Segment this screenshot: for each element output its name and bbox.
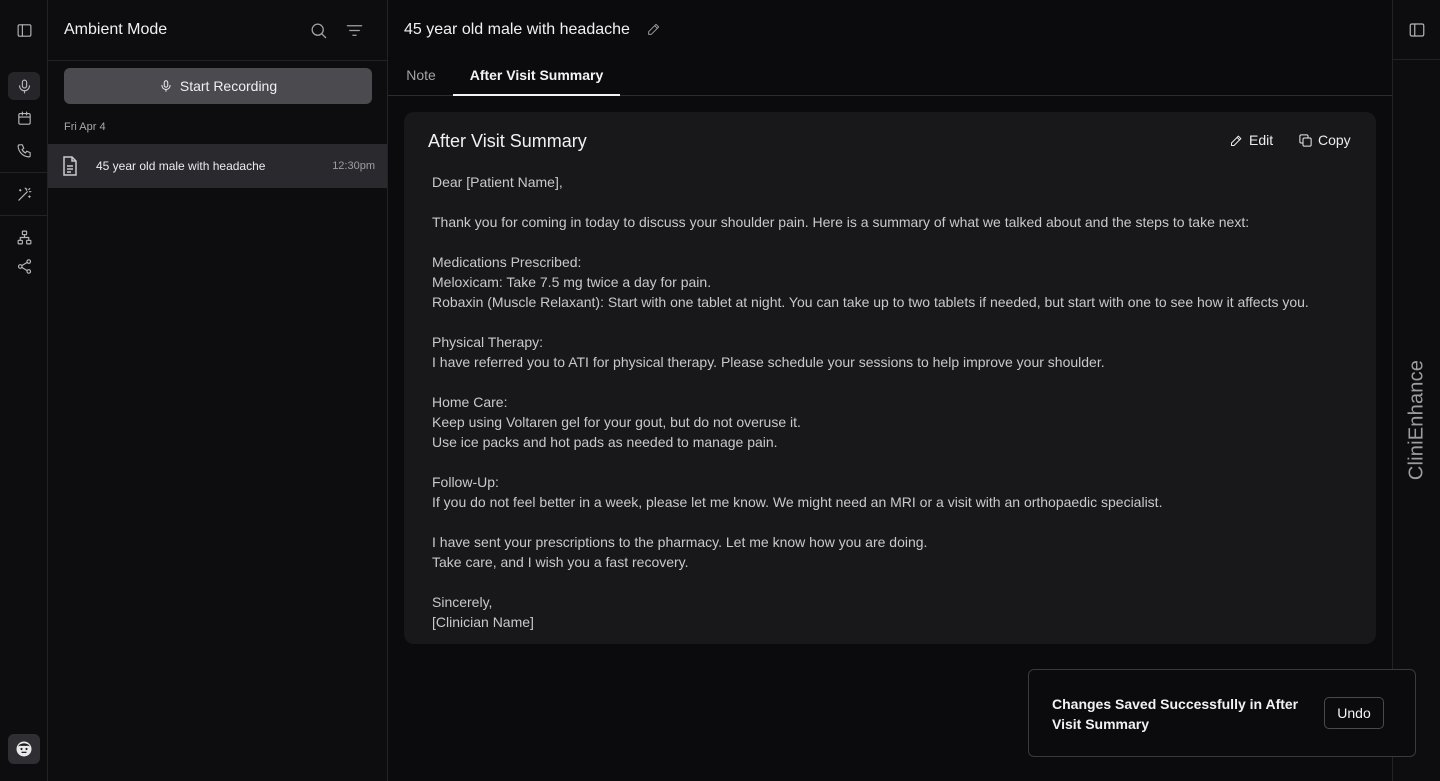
filter-icon <box>346 24 362 36</box>
session-list-item[interactable]: 45 year old male with headache 12:30pm <box>48 144 387 188</box>
right-rail: CliniEnhance <box>1392 0 1440 781</box>
summary-line: Keep using Voltaren gel for your gout, b… <box>432 414 801 430</box>
summary-line <box>432 312 1362 332</box>
sitemap-nav[interactable] <box>8 223 40 251</box>
summary-text: Dear [Patient Name], Thank you for comin… <box>432 172 1362 632</box>
tab-note[interactable]: Note <box>404 60 438 96</box>
panel-right-icon <box>1409 22 1425 37</box>
main-panel: 45 year old male with headache Note Afte… <box>388 0 1392 781</box>
summary-line <box>432 512 1362 532</box>
summary-line: Medications Prescribed: <box>432 254 582 270</box>
summary-line: Physical Therapy: <box>432 334 544 350</box>
summary-line: Home Care: <box>432 394 508 410</box>
avatar-icon <box>16 741 32 757</box>
copy-icon <box>1299 133 1312 147</box>
summary-line: Use ice packs and hot pads as needed to … <box>432 434 778 450</box>
sidebar-title: Ambient Mode <box>64 21 168 38</box>
summary-line: Dear [Patient Name], <box>432 174 563 190</box>
edit-button[interactable]: Edit <box>1229 132 1273 148</box>
sidebar-toggle-button[interactable] <box>8 16 40 44</box>
sidebar-header: Ambient Mode <box>48 0 387 61</box>
calendar-icon <box>17 111 31 125</box>
summary-line: Take care, and I wish you a fast recover… <box>432 554 689 570</box>
user-avatar[interactable] <box>8 734 40 764</box>
session-title: 45 year old male with headache <box>96 159 266 173</box>
magic-wand-icon <box>17 187 31 201</box>
rail-divider <box>0 215 47 216</box>
brand-wordmark: CliniEnhance <box>1405 359 1428 481</box>
document-icon <box>62 156 78 176</box>
icon-rail <box>0 0 48 781</box>
phone-nav[interactable] <box>8 136 40 164</box>
filter-button[interactable] <box>343 19 365 41</box>
edit-title-button[interactable] <box>646 21 664 39</box>
sidebar-toggle-icon <box>17 23 31 37</box>
summary-line <box>432 572 1362 592</box>
session-sidebar: Ambient Mode Start Recording Fri Apr 4 4… <box>48 0 388 781</box>
phone-icon <box>17 143 31 157</box>
search-button[interactable] <box>307 19 329 41</box>
summary-line: Meloxicam: Take 7.5 mg twice a day for p… <box>432 274 712 290</box>
search-icon <box>311 23 326 38</box>
page-title: 45 year old male with headache <box>404 21 630 38</box>
tab-after-visit-summary[interactable]: After Visit Summary <box>453 60 620 96</box>
summary-line: Follow-Up: <box>432 474 499 490</box>
right-panel-toggle-button[interactable] <box>1393 0 1440 60</box>
sitemap-icon <box>17 230 31 244</box>
date-group-label: Fri Apr 4 <box>64 121 106 133</box>
pencil-icon <box>1231 135 1242 146</box>
summary-line <box>432 232 1362 252</box>
card-title: After Visit Summary <box>428 131 587 151</box>
summary-line: Thank you for coming in today to discuss… <box>432 214 1250 230</box>
share-icon <box>17 258 31 274</box>
summary-line: If you do not feel better in a week, ple… <box>432 494 1163 510</box>
tab-bar: Note After Visit Summary <box>388 60 1392 96</box>
undo-button[interactable]: Undo <box>1324 697 1384 729</box>
summary-line: Robaxin (Muscle Relaxant): Start with on… <box>432 294 1309 310</box>
start-recording-label: Start Recording <box>179 78 278 94</box>
microphone-icon <box>161 80 171 92</box>
microphone-icon <box>18 79 30 93</box>
summary-line <box>432 452 1362 472</box>
edit-label: Edit <box>1249 132 1274 148</box>
summary-line: I have sent your prescriptions to the ph… <box>432 534 928 550</box>
calendar-nav[interactable] <box>8 104 40 132</box>
summary-line: [Clinician Name] <box>432 614 534 630</box>
ambient-mode-nav[interactable] <box>8 72 40 100</box>
magic-wand-nav[interactable] <box>8 180 40 208</box>
session-time: 12:30pm <box>332 160 375 172</box>
share-nav[interactable] <box>8 252 40 280</box>
pencil-icon <box>648 23 660 35</box>
summary-line: I have referred you to ATI for physical … <box>432 354 1105 370</box>
toast-notification: Changes Saved Successfully in After Visi… <box>1028 669 1416 757</box>
after-visit-summary-card: After Visit Summary Edit Copy Dear [Pati… <box>404 112 1376 644</box>
copy-label: Copy <box>1318 132 1351 148</box>
copy-button[interactable]: Copy <box>1298 132 1351 148</box>
start-recording-button[interactable]: Start Recording <box>64 68 372 104</box>
summary-line <box>432 192 1362 212</box>
rail-divider <box>0 172 47 173</box>
toast-message: Changes Saved Successfully in After Visi… <box>1052 696 1299 732</box>
summary-line <box>432 372 1362 392</box>
summary-line: Sincerely, <box>432 594 493 610</box>
